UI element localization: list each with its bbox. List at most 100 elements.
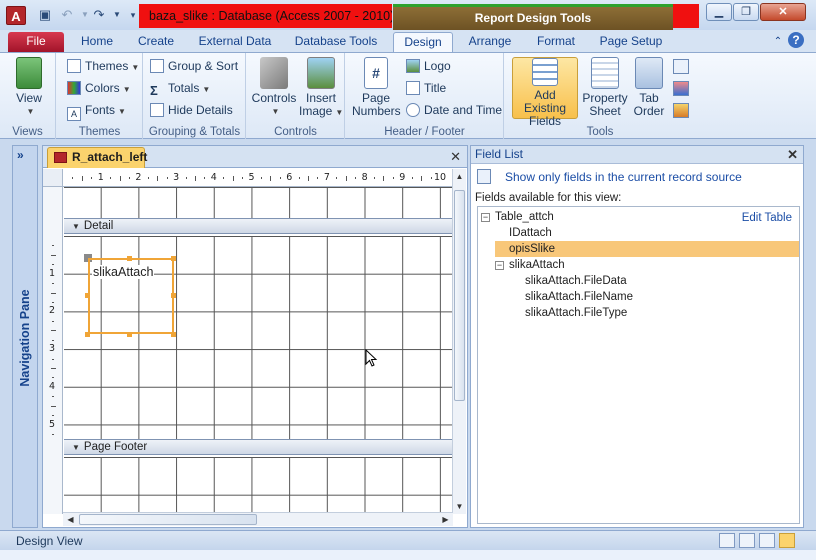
subfield-filename[interactable]: slikaAttach.FileName xyxy=(525,289,633,305)
window-bottom-edge xyxy=(0,550,816,560)
tab-order-button[interactable]: Tab Order xyxy=(630,57,668,118)
page-header-grid[interactable] xyxy=(64,187,453,218)
horizontal-scrollbar[interactable]: ◀ ▶ xyxy=(63,512,453,526)
horizontal-ruler[interactable]: 1 2 3 4 5 6 7 8 9 10 xyxy=(63,169,453,187)
subfield-filedata[interactable]: slikaAttach.FileData xyxy=(525,273,627,289)
edit-table-link[interactable]: Edit Table xyxy=(742,210,792,226)
scroll-down-icon[interactable]: ▼ xyxy=(453,500,466,513)
maximize-button[interactable]: ❐ xyxy=(733,3,759,21)
ruler-tick xyxy=(223,177,225,179)
totals-button[interactable]: Σ Totals ▼ xyxy=(150,79,210,98)
colors-button[interactable]: Colors ▼ xyxy=(67,79,131,97)
collapse-icon[interactable]: − xyxy=(495,261,504,270)
view-button[interactable]: View ▼ xyxy=(12,57,46,118)
print-preview-icon[interactable] xyxy=(739,533,755,548)
nav-pane-toggle-icon[interactable]: » xyxy=(17,148,24,162)
tab-arrange[interactable]: Arrange xyxy=(461,32,519,52)
tab-format[interactable]: Format xyxy=(528,32,584,52)
minimize-ribbon-icon[interactable]: ⌃ xyxy=(770,32,786,52)
page-footer-grid[interactable] xyxy=(64,457,453,514)
tab-design[interactable]: Design xyxy=(393,32,453,52)
resize-handle[interactable] xyxy=(85,293,90,298)
ruler-number: 5 xyxy=(49,418,56,430)
vertical-ruler[interactable]: 1 2 3 4 5 xyxy=(43,187,63,514)
ruler-tick xyxy=(279,177,281,179)
scroll-right-icon[interactable]: ▶ xyxy=(439,513,452,526)
redo-icon[interactable]: ↷ xyxy=(90,6,108,24)
add-existing-fields-button[interactable]: Add Existing Fields xyxy=(512,57,578,128)
resize-handle[interactable] xyxy=(127,332,132,337)
resize-handle[interactable] xyxy=(171,256,176,261)
minimize-button[interactable]: ▁ xyxy=(706,3,732,21)
navigation-pane[interactable]: » Navigation Pane xyxy=(12,145,38,528)
resize-handle[interactable] xyxy=(171,293,176,298)
tab-home[interactable]: Home xyxy=(72,32,122,52)
tab-external-data[interactable]: External Data xyxy=(190,32,280,52)
field-list-icon xyxy=(477,169,491,184)
field-item-idattach[interactable]: IDattach xyxy=(509,225,552,241)
page-numbers-button[interactable]: # Page Numbers xyxy=(352,57,401,118)
collapse-icon[interactable]: − xyxy=(481,213,490,222)
insert-image-button[interactable]: Insert Image ▼ xyxy=(299,57,343,119)
date-time-button[interactable]: Date and Time xyxy=(406,101,502,119)
convert-macros-icon[interactable] xyxy=(673,103,689,118)
logo-button[interactable]: Logo xyxy=(406,57,451,75)
field-item-opisslike[interactable]: opisSlike xyxy=(495,241,799,257)
tab-page-setup[interactable]: Page Setup xyxy=(592,32,670,52)
close-field-list-icon[interactable]: ✕ xyxy=(787,146,798,163)
fonts-icon: A xyxy=(67,107,81,121)
status-bar: Design View xyxy=(0,530,816,550)
group-controls: Controls ▼ Insert Image ▼ Controls xyxy=(247,53,345,139)
page-footer-section-bar[interactable]: ▼ Page Footer xyxy=(64,439,453,455)
group-label-grouping-totals: Grouping & Totals xyxy=(148,126,241,138)
themes-button[interactable]: Themes ▼ xyxy=(67,57,139,75)
attachment-control[interactable]: slikaAttach xyxy=(88,258,174,334)
horizontal-scroll-thumb[interactable] xyxy=(79,514,257,525)
title-button[interactable]: Title xyxy=(406,79,446,97)
access-app-icon[interactable]: A xyxy=(6,6,26,25)
scroll-left-icon[interactable]: ◀ xyxy=(64,513,77,526)
hide-details-button[interactable]: Hide Details xyxy=(150,101,233,119)
resize-handle[interactable] xyxy=(127,256,132,261)
scroll-up-icon[interactable]: ▲ xyxy=(453,170,466,183)
design-view-icon[interactable] xyxy=(779,533,795,548)
design-canvas[interactable]: ▼ Detail slikaAttach ▼ Page Footer xyxy=(64,187,453,514)
report-selector[interactable] xyxy=(43,169,63,187)
tab-database-tools[interactable]: Database Tools xyxy=(288,32,384,52)
code-icon[interactable] xyxy=(673,81,689,96)
layout-view-icon[interactable] xyxy=(759,533,775,548)
help-icon[interactable]: ? xyxy=(788,32,804,48)
vertical-scrollbar[interactable]: ▲ ▼ xyxy=(452,169,466,514)
field-item-slikaattach[interactable]: − slikaAttach xyxy=(495,257,565,273)
ruler-tick xyxy=(72,177,74,179)
subfield-filetype[interactable]: slikaAttach.FileType xyxy=(525,305,627,321)
controls-button[interactable]: Controls ▼ xyxy=(251,57,297,118)
tab-file[interactable]: File xyxy=(8,32,64,52)
detail-section-bar[interactable]: ▼ Detail xyxy=(64,218,453,234)
navigation-pane-title[interactable]: Navigation Pane xyxy=(18,282,32,394)
fonts-button[interactable]: A Fonts ▼ xyxy=(67,101,126,121)
ruler-tick xyxy=(52,377,54,379)
ruler-tick xyxy=(232,175,234,181)
close-button[interactable]: ✕ xyxy=(760,3,806,21)
vertical-scroll-thumb[interactable] xyxy=(454,190,465,401)
tree-table-row[interactable]: − Table_attch Edit Table xyxy=(481,209,796,225)
group-sort-button[interactable]: Group & Sort xyxy=(150,57,238,75)
ruler-tick xyxy=(52,301,54,303)
resize-handle[interactable] xyxy=(85,332,90,337)
show-only-fields-link[interactable]: Show only fields in the current record s… xyxy=(505,170,742,184)
ruler-number: 6 xyxy=(286,172,293,183)
close-document-icon[interactable]: ✕ xyxy=(450,149,461,165)
resize-handle[interactable] xyxy=(171,332,176,337)
property-sheet-button[interactable]: Property Sheet xyxy=(582,57,628,118)
ruler-tick xyxy=(157,175,159,181)
chevron-down-icon: ▼ xyxy=(26,107,35,116)
save-icon[interactable]: ▣ xyxy=(36,6,54,24)
undo-icon[interactable]: ↶ xyxy=(58,6,76,24)
document-tab-r-attach-left[interactable]: R_attach_left xyxy=(47,147,147,168)
report-view-icon[interactable] xyxy=(719,533,735,548)
subform-icon[interactable] xyxy=(673,59,689,74)
field-tree: − Table_attch Edit Table IDattach opisSli… xyxy=(477,206,800,524)
ruler-tick xyxy=(91,177,93,179)
tab-create[interactable]: Create xyxy=(130,32,182,52)
